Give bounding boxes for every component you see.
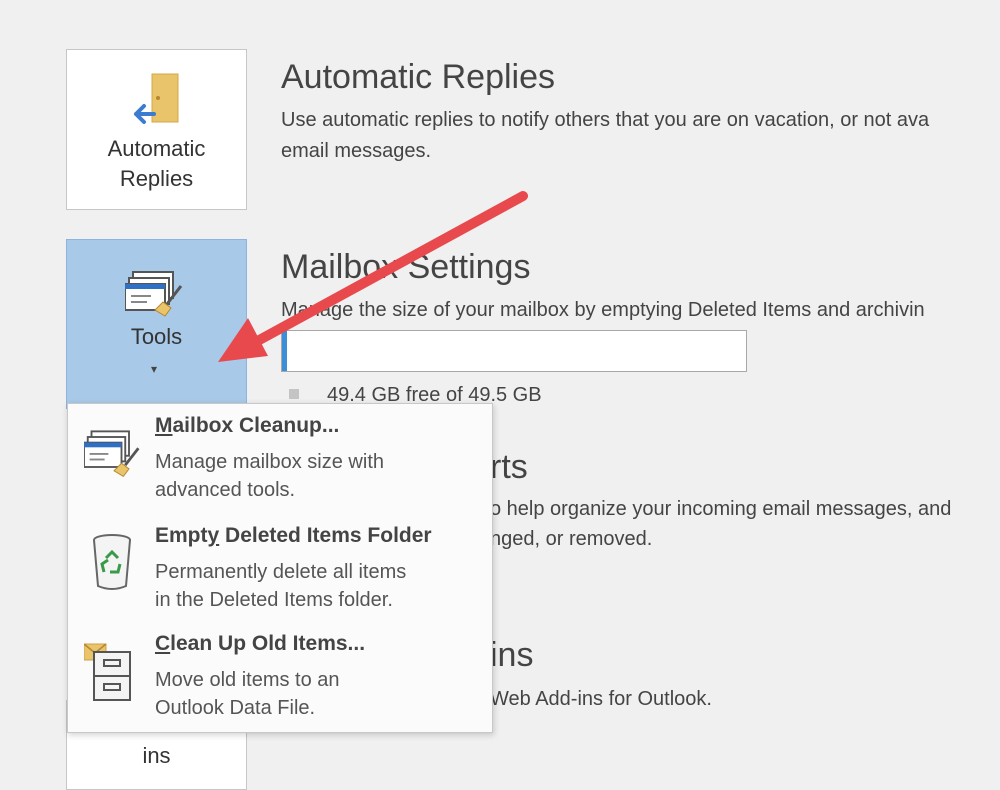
mailbox-usage-bar: [281, 330, 747, 372]
mailbox-settings-title: Mailbox Settings: [281, 248, 531, 286]
rules-desc-line1: o help organize your incoming email mess…: [490, 498, 952, 520]
automatic-replies-icon: [122, 70, 192, 135]
automatic-replies-button[interactable]: Automatic Replies: [66, 49, 247, 210]
rules-title: rts: [490, 448, 528, 486]
mailbox-cleanup-icon: [124, 264, 189, 325]
rules-desc-line2: nged, or removed.: [490, 528, 653, 550]
menu-item-title: Mailbox Cleanup...: [155, 414, 340, 437]
addins-title: ins: [490, 636, 534, 674]
menu-item-title: Empty Deleted Items Folder: [155, 524, 432, 547]
menu-item-clean-up-old-items[interactable]: Clean Up Old Items... Move old items to …: [68, 632, 492, 740]
menu-item-title: Clean Up Old Items...: [155, 632, 366, 655]
automatic-replies-label: Automatic Replies: [107, 136, 206, 191]
tools-button[interactable]: Tools ▾: [66, 239, 247, 409]
mailbox-usage-fill: [282, 331, 287, 371]
addins-desc: Web Add-ins for Outlook.: [490, 688, 712, 710]
automatic-replies-desc-line1: Use automatic replies to notify others t…: [281, 109, 930, 131]
menu-item-mailbox-cleanup[interactable]: Mailbox Cleanup... Manage mailbox size w…: [68, 414, 492, 522]
menu-item-desc: Permanently delete all items in the Dele…: [155, 561, 407, 611]
mailbox-cleanup-icon: [83, 422, 144, 492]
manage-addins-label: ins: [142, 743, 171, 768]
archive-cabinet-icon: [83, 640, 144, 710]
menu-item-desc: Manage mailbox size with advanced tools.: [155, 451, 384, 501]
menu-item-desc: Move old items to an Outlook Data File.: [155, 669, 340, 719]
chevron-down-icon: ▾: [151, 362, 158, 376]
free-space-legend-swatch: [289, 389, 299, 399]
menu-item-empty-deleted-items[interactable]: Empty Deleted Items Folder Permanently d…: [68, 524, 492, 632]
recycle-bin-icon: [84, 532, 144, 602]
automatic-replies-title: Automatic Replies: [281, 58, 556, 96]
tools-dropdown-menu: Mailbox Cleanup... Manage mailbox size w…: [67, 403, 493, 733]
mailbox-settings-desc: Manage the size of your mailbox by empty…: [281, 299, 925, 321]
automatic-replies-desc-line2: email messages.: [281, 140, 432, 162]
tools-label: Tools: [130, 324, 183, 349]
